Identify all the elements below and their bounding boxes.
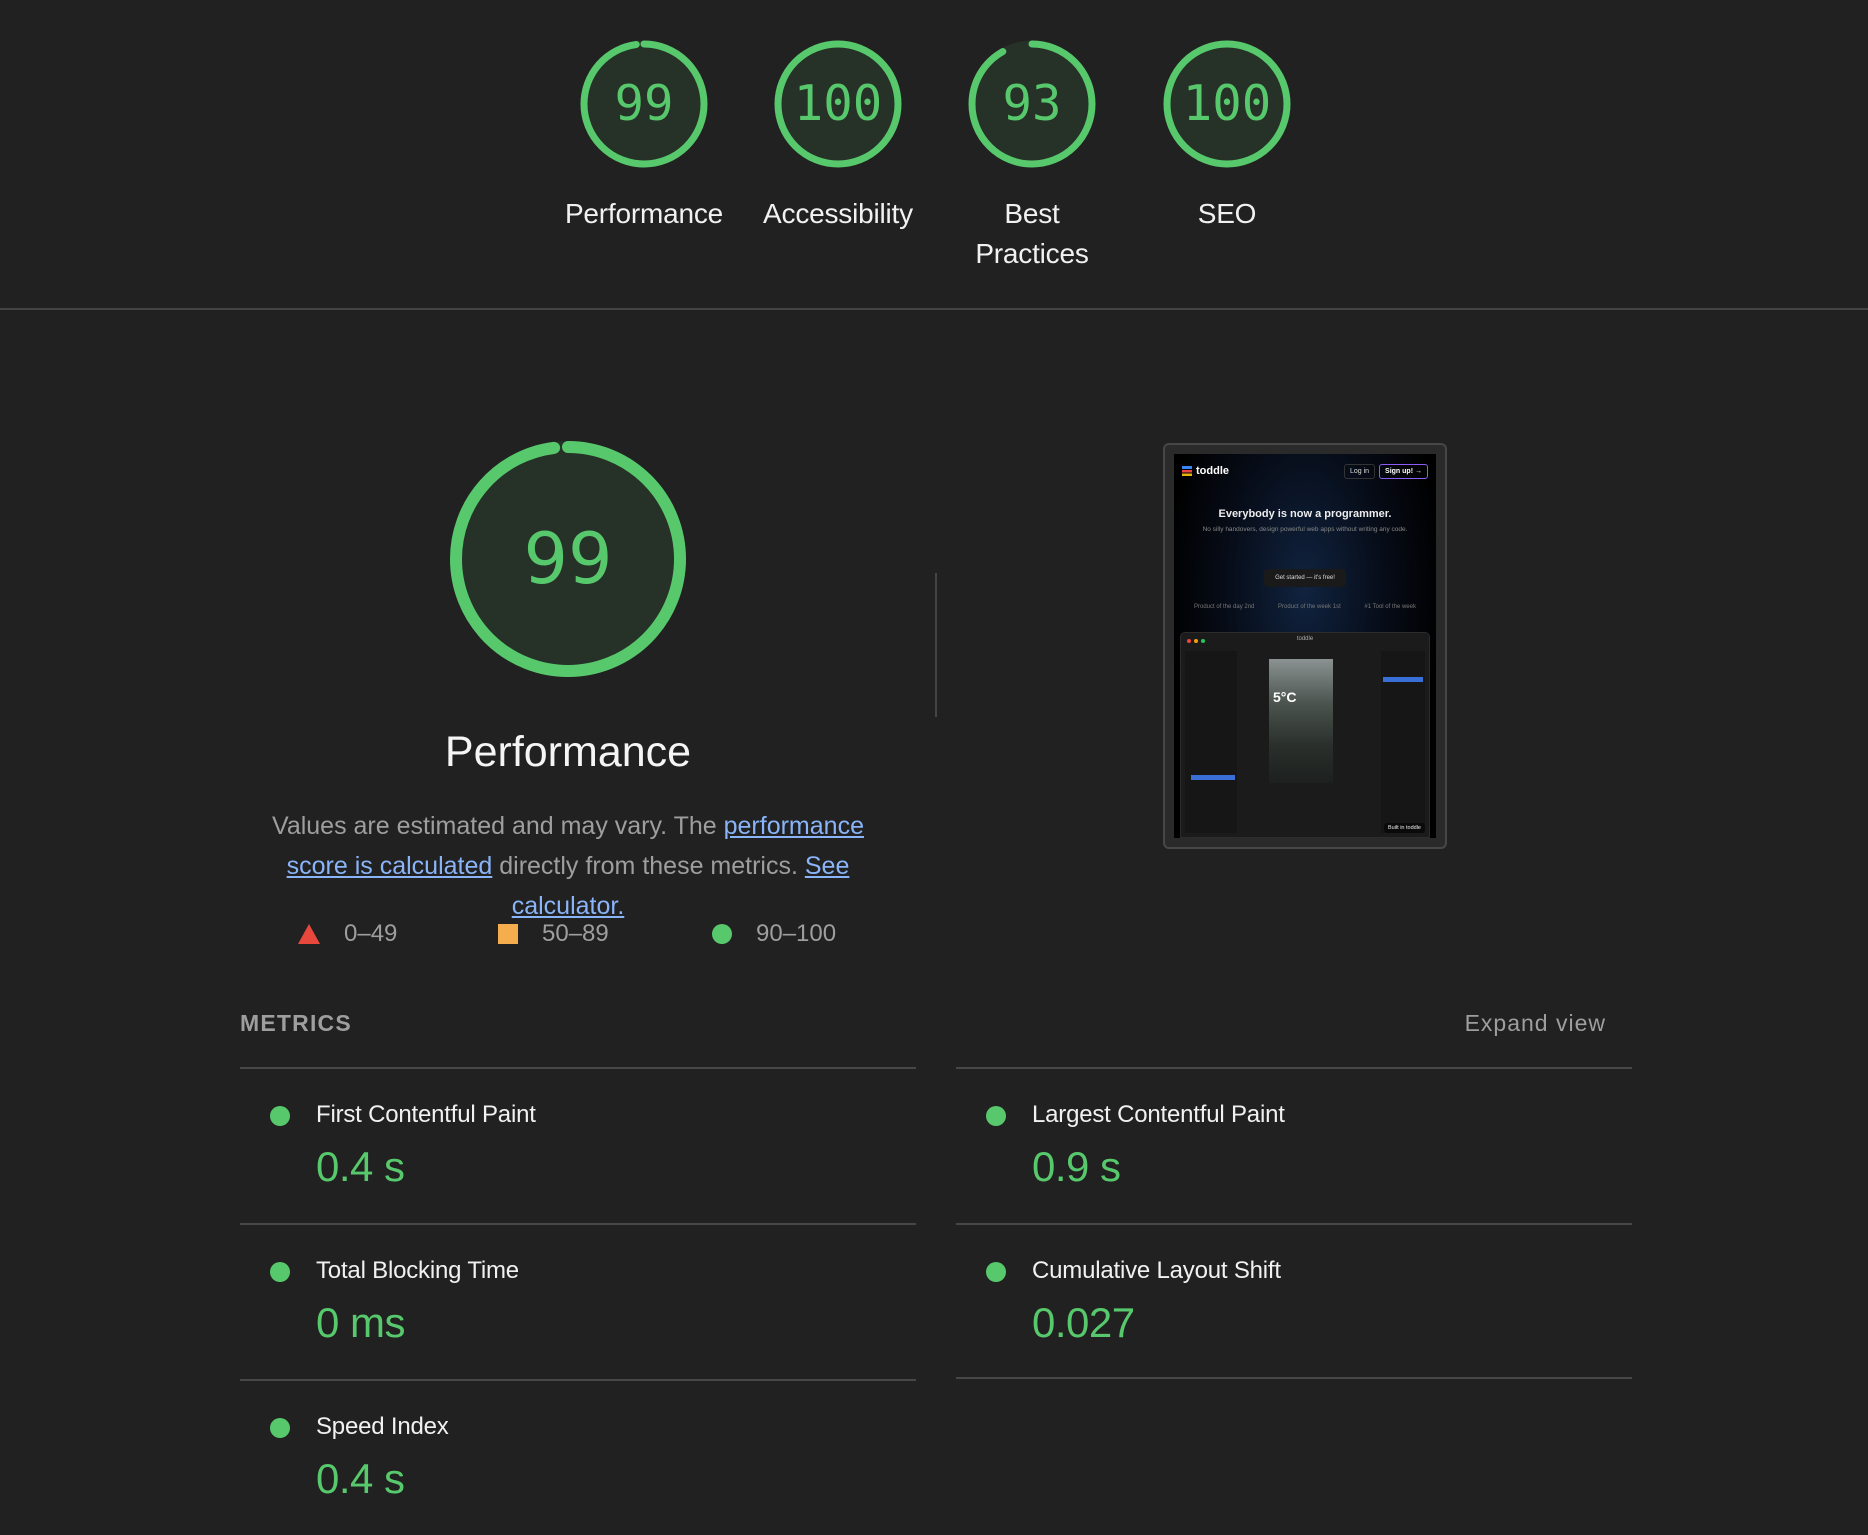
toddle-logo: toddle [1182,465,1229,477]
award: #1 Tool of the week [1364,604,1416,610]
metric-label: Largest Contentful Paint [1032,1101,1285,1128]
circle-icon [712,924,732,944]
score-value: 100 [1182,75,1272,132]
thumbnail-awards: Product of the day 2nd Product of the we… [1194,604,1416,610]
score-value: 99 [614,75,674,132]
award: Product of the week 1st [1278,604,1341,610]
score-gauge: 100 [1161,38,1293,170]
metric-label: Total Blocking Time [316,1257,519,1284]
properties-panel [1381,651,1425,833]
performance-gauge: 99 [446,437,690,681]
temperature: 5°C [1273,689,1297,705]
built-in-badge: Built in toddle [1383,823,1425,833]
metrics-heading: METRICS [240,1010,352,1036]
summary-divider [935,573,937,717]
metric-value: 0.4 s [316,1143,405,1190]
metric-value: 0.9 s [1032,1143,1121,1190]
metric-value: 0.4 s [316,1455,405,1502]
logo-icon [1182,466,1192,476]
category-label: SEO [1197,198,1257,229]
metric-label: Cumulative Layout Shift [1032,1257,1281,1284]
category-label: Accessibility [763,198,913,229]
pass-circle-icon [270,1262,290,1282]
score-gauge: 99 [578,38,710,170]
score-value: 93 [1002,75,1062,132]
pass-circle-icon [986,1262,1006,1282]
metrics-column-right: Largest Contentful Paint 0.9 s Cumulativ… [956,1067,1632,1379]
thumbnail-headline: Everybody is now a programmer. [1218,508,1392,520]
brand-name: toddle [1196,465,1229,477]
description-text: Values are estimated and may vary. The [272,812,724,840]
thumbnail-signup: Sign up! → [1379,463,1428,479]
pass-circle-icon [986,1106,1006,1126]
legend-range: 50–89 [542,920,609,947]
category-label: Best Practices [975,198,1089,269]
performance-score: 99 [523,518,613,600]
performance-title: Performance [444,728,692,776]
legend-average: 50–89 [498,920,609,948]
selected-style [1383,677,1423,682]
square-icon [498,924,518,944]
score-gauge: 100 [772,38,904,170]
legend-pass: 90–100 [712,920,836,948]
score-value: 100 [793,75,883,132]
award: Product of the day 2nd [1194,604,1255,610]
metrics-column-left: First Contentful Paint 0.4 s Total Block… [240,1067,916,1535]
category-accessibility[interactable]: 100 Accessibility [748,38,928,234]
metric-cumulative-layout-shift: Cumulative Layout Shift 0.027 [956,1223,1632,1379]
metric-label: Speed Index [316,1413,449,1440]
pass-circle-icon [270,1106,290,1126]
pass-circle-icon [270,1418,290,1438]
metric-label: First Contentful Paint [316,1101,536,1128]
header-divider [0,308,1868,310]
thumbnail-cta: Get started — it's free! [1264,569,1346,587]
final-screenshot[interactable]: toddle Log in Sign up! → Everybody is no… [1163,443,1447,849]
element-tree [1185,651,1237,833]
category-performance[interactable]: 99 Performance [554,38,734,234]
screenshot-image: toddle Log in Sign up! → Everybody is no… [1174,454,1436,838]
selected-node [1191,775,1235,780]
metric-total-blocking-time: Total Blocking Time 0 ms [240,1223,916,1379]
thumbnail-subline: No silly handovers, design powerful web … [1202,526,1408,533]
metric-value: 0.027 [1032,1299,1135,1346]
triangle-icon [298,924,320,944]
category-seo[interactable]: 100 SEO [1137,38,1317,234]
score-legend: 0–49 50–89 90–100 [0,920,1000,956]
description-text: directly from these metrics. [492,852,805,880]
legend-range: 90–100 [756,920,837,947]
metric-speed-index: Speed Index 0.4 s [240,1379,916,1535]
category-gauges: 99 Performance 100 Accessibility 93 Best… [0,0,1868,309]
legend-fail: 0–49 [298,920,397,948]
app-title: toddle [1296,636,1314,642]
score-gauge: 93 [966,38,1098,170]
expand-view-toggle[interactable]: Expand view [1465,1010,1606,1037]
performance-description: Values are estimated and may vary. The p… [238,806,898,926]
thumbnail-nav: toddle Log in Sign up! → [1182,462,1428,480]
metric-first-contentful-paint: First Contentful Paint 0.4 s [240,1067,916,1223]
metric-value: 0 ms [316,1299,406,1346]
category-best-practices[interactable]: 93 Best Practices [962,38,1102,274]
legend-range: 0–49 [344,920,398,947]
thumbnail-login: Log in [1343,463,1376,479]
app-canvas: 5°C [1269,659,1333,783]
thumbnail-app-window: toddle 5°C Built in toddle [1180,632,1430,838]
category-label: Performance [564,198,724,229]
metric-largest-contentful-paint: Largest Contentful Paint 0.9 s [956,1067,1632,1223]
